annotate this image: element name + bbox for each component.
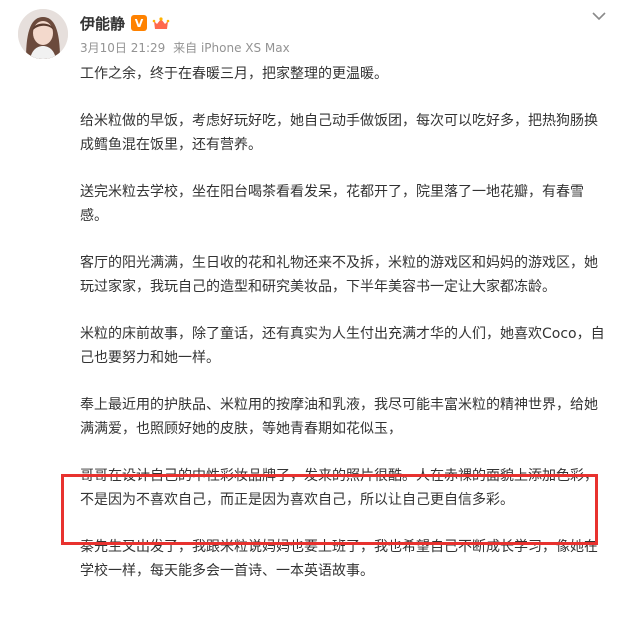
post-paragraph: 米粒的床前故事，除了童话，还有真实为人生付出充满才华的人们，她喜欢Coco，自己… [80,325,605,367]
post-paragraph: 给米粒做的早饭，考虑好玩好吃，她自己动手做饭团，每次可以吃好多，把热狗肠换成鳕鱼… [80,112,598,154]
post-source: 来自 iPhone XS Max [173,41,290,55]
post-paragraph: 客厅的阳光满满，生日收的花和礼物还来不及拆，米粒的游戏区和妈妈的游戏区，她玩过家… [80,254,598,296]
author-row: 伊能静 V [80,12,575,34]
post-timestamp[interactable]: 3月10日 21:29 [80,41,165,55]
post-paragraph: 奉上最近用的护肤品、米粒用的按摩油和乳液，我尽可能丰富米粒的精神世界，给她满满爱… [80,396,598,438]
crown-member-icon[interactable] [151,15,171,31]
post-meta: 3月10日 21:29 来自 iPhone XS Max [80,39,575,56]
highlight-box [61,474,598,545]
avatar-image [18,9,68,59]
chevron-down-icon[interactable] [590,8,608,22]
post-paragraph: 工作之余，终于在春暖三月，把家整理的更温暖。 [80,66,388,82]
post-header: 伊能静 V 3月10日 21:29 来自 iPhone XS Max [80,12,575,56]
avatar[interactable] [18,9,68,59]
verified-v-icon: V [131,15,148,31]
author-name[interactable]: 伊能静 [80,13,125,34]
post-paragraph: 送完米粒去学校，坐在阳台喝茶看看发呆，花都开了，院里落了一地花瓣，有春雪感。 [80,183,584,225]
